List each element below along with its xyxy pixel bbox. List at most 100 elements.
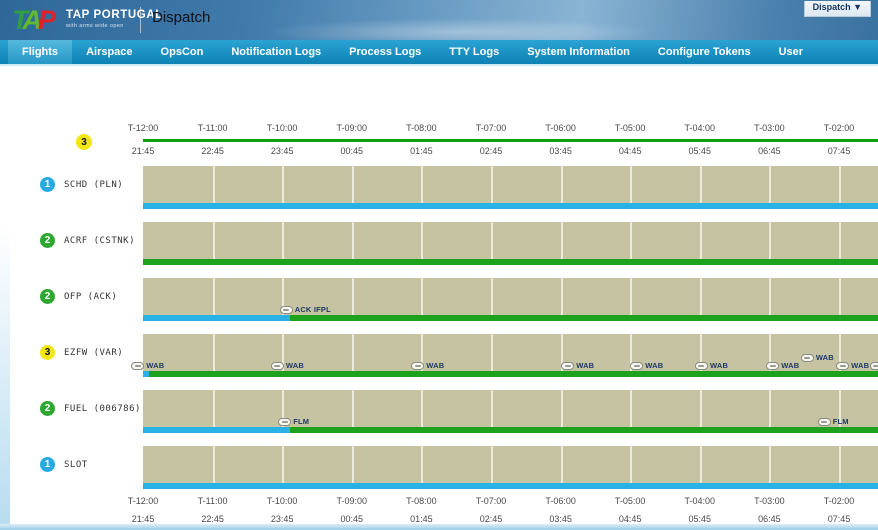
timeline-marker[interactable]: ACK IFPL [279,305,331,314]
row-status-strip [143,483,878,489]
nav-item-flights[interactable]: Flights [8,40,73,64]
bottom-axis-absolute-tick: 22:45 [201,514,224,524]
hour-gridline [282,446,285,483]
nav-item-tty-logs[interactable]: TTY Logs [435,40,513,64]
marker-token-icon [561,361,575,370]
marker-label: FLM [832,417,849,426]
top-axis-absolute-tick: 21:45 [131,146,155,156]
strip-segment-green [290,427,878,433]
hour-gridline [630,222,633,259]
timeline-marker[interactable]: WAB [836,361,869,370]
marker-token-icon [836,361,850,370]
strip-segment-green [290,315,878,321]
timeline-marker[interactable]: FLM [817,417,849,426]
marker-label: ACK IFPL [294,305,331,314]
bottom-axis-absolute-tick: 05:45 [688,514,712,524]
timeline-marker[interactable]: WAB [694,361,729,370]
hour-gridline [421,446,424,483]
bottom-axis-absolute-tick: 01:45 [410,514,433,524]
bottom-axis-absolute-tick: 07:45 [827,514,851,524]
hour-gridline [769,166,772,203]
top-axis-relative-tick: T-06:00 [545,123,576,133]
timeline-marker[interactable]: WAB [630,361,663,370]
hour-gridline [491,222,493,259]
nav-item-configure-tokens[interactable]: Configure Tokens [644,40,765,64]
bottom-axis-relative-tick: T-12:00 [127,496,159,506]
bottom-axis-relative-tick: T-10:00 [266,496,298,506]
timeline-marker[interactable]: WAB [561,361,594,370]
top-axis-absolute-tick: 04:45 [618,146,642,156]
dispatch-app-window: TAP TAP PORTUGAL with arms wide open Dis… [0,0,878,530]
marker-token-icon [800,353,814,362]
top-axis-relative-tick: T-12:00 [127,123,159,133]
timeline-marker[interactable]: WAB [869,361,878,370]
timeline-marker[interactable]: WAB [411,361,444,370]
row-status-strip [143,315,878,321]
strip-segment-cyan [143,483,878,489]
hour-gridline [699,446,702,483]
marker-label: WAB [851,361,870,370]
top-axis-absolute-tick: 00:45 [340,146,364,156]
nav-item-system-information[interactable]: System Information [513,40,644,64]
timeline-marker[interactable]: WAB [766,361,799,370]
brand-tagline: with arms wide open [66,23,124,29]
bottom-axis-absolute-tick: 03:45 [549,514,572,524]
top-axis-relative-tick: T-09:00 [336,123,368,133]
row-label-group: 2 FUEL (006786) [40,401,141,416]
hour-gridline [699,166,702,203]
nav-item-airspace[interactable]: Airspace [72,40,146,64]
nav-bar: Flights Airspace OpsCon Notification Logs Pr… [0,40,878,64]
bottom-axis-relative-tick: T-04:00 [684,496,716,506]
marker-token-icon [131,361,145,370]
row-label-group: 2 OFP (ACK) [40,289,117,304]
header-divider [140,7,141,33]
row-label: OFP (ACK) [64,291,118,302]
page-title: Dispatch [152,9,211,26]
nav-item-notification-logs[interactable]: Notification Logs [217,40,335,64]
timeline-marker[interactable]: WAB [270,361,304,370]
tap-logo: TAP [12,3,56,37]
hour-gridline [839,222,841,259]
strip-segment-cyan [143,427,290,433]
row-status-badge: 1 [40,177,55,192]
timeline-marker[interactable]: WAB [131,361,164,370]
hour-gridline [769,222,772,259]
bottom-axis-relative-tick: T-03:00 [754,496,785,506]
timeline-marker[interactable]: FLM [278,417,309,426]
hour-gridline [699,222,702,259]
bottom-axis-relative-tick: T-06:00 [545,496,576,506]
top-axis-absolute-tick: 01:45 [410,146,433,156]
bottom-axis-relative-tick: T-07:00 [475,496,507,506]
logo-letter-a: A [22,5,42,35]
timeline-marker[interactable]: WAB [800,353,834,362]
strip-segment-cyan [143,203,878,209]
top-axis-absolute-tick: 06:45 [758,146,781,156]
window-dispatch-dropdown[interactable]: Dispatch ▼ [803,1,871,17]
logo-letter-p: P [38,5,56,35]
hour-gridline [839,166,841,203]
timeline-top-progress-line [143,139,878,142]
nav-item-process-logs[interactable]: Process Logs [335,40,435,64]
marker-token-icon [869,361,878,370]
marker-token-icon [694,361,708,370]
nav-item-opscon[interactable]: OpsCon [147,40,218,64]
row-status-badge: 2 [40,233,55,248]
row-label-group: 1 SCHD (PLN) [40,177,123,192]
marker-label: WAB [709,361,729,370]
marker-label: WAB [426,361,445,370]
bottom-axis-absolute-tick: 23:45 [270,514,294,524]
hour-gridline [282,222,285,259]
bottom-axis-relative-tick: T-02:00 [823,496,855,506]
bottom-axis-relative-tick: T-09:00 [336,496,368,506]
marker-label: WAB [285,361,304,370]
marker-label: WAB [781,361,800,370]
top-axis-relative-tick: T-05:00 [614,123,646,133]
nav-item-user[interactable]: User [765,40,817,64]
bottom-scroll-bar[interactable] [0,524,878,530]
top-axis-absolute-tick: 03:45 [549,146,572,156]
timeline-row-bar [143,222,878,259]
row-label: SLOT [64,459,88,470]
bottom-axis-absolute-tick: 02:45 [479,514,503,524]
brand-name: TAP PORTUGAL [66,9,163,21]
timeline-row-bar [143,446,878,483]
